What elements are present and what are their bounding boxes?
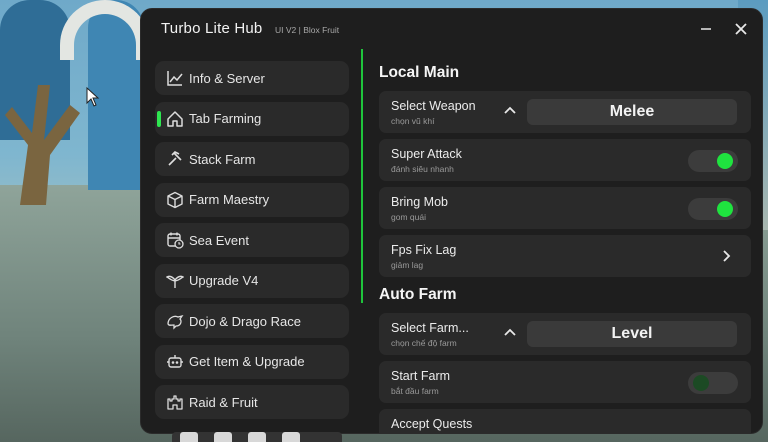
row-name: Fps Fix Lag bbox=[391, 243, 457, 257]
sidebar-item-stack-farm[interactable]: Stack Farm bbox=[155, 142, 349, 176]
row-name: Select Farm... bbox=[391, 321, 469, 335]
sidebar-item-label: Stack Farm bbox=[189, 151, 256, 167]
window-subtitle: UI V2 | Blox Fruit bbox=[275, 25, 340, 35]
row-desc: bắt đầu farm bbox=[391, 386, 439, 396]
dragon-icon bbox=[164, 310, 186, 332]
sidebar-item-sea-event[interactable]: Sea Event bbox=[155, 223, 349, 257]
sidebar-item-label: Sea Event bbox=[189, 232, 249, 248]
row-name: Super Attack bbox=[391, 147, 462, 161]
sidebar-divider bbox=[361, 49, 363, 303]
sidebar-item-farm-maestry[interactable]: Farm Maestry bbox=[155, 182, 349, 217]
active-indicator bbox=[157, 110, 161, 127]
section-title-auto-farm: Auto Farm bbox=[379, 286, 457, 303]
mouse-cursor-icon bbox=[86, 87, 100, 107]
hammer-icon bbox=[164, 148, 186, 170]
sidebar-item-dojo-drago-race[interactable]: Dojo & Drago Race bbox=[155, 304, 349, 338]
farm-mode-dropdown[interactable]: Level bbox=[527, 321, 737, 347]
section-title-local-main: Local Main bbox=[379, 64, 460, 81]
chevron-up-icon[interactable] bbox=[501, 324, 519, 342]
accept-quests-row: Accept Quests bbox=[379, 409, 751, 433]
bring-mob-toggle[interactable] bbox=[688, 198, 738, 220]
row-desc: chọn vũ khí bbox=[391, 116, 435, 126]
sidebar-item-label: Info & Server bbox=[189, 70, 265, 86]
minimize-icon bbox=[701, 28, 711, 30]
row-desc: gom quái bbox=[391, 212, 426, 222]
sidebar-item-label: Raid & Fruit bbox=[189, 394, 258, 410]
row-name: Bring Mob bbox=[391, 195, 448, 209]
row-name: Select Weapon bbox=[391, 99, 476, 113]
sidebar-item-label: Get Item & Upgrade bbox=[189, 354, 305, 369]
sidebar: Info & Server Tab Farming Stack Farm Far… bbox=[155, 61, 349, 426]
window-title: Turbo Lite Hub bbox=[161, 20, 263, 37]
sidebar-item-tab-farming[interactable]: Tab Farming bbox=[155, 101, 349, 136]
sidebar-item-upgrade-v4[interactable]: Upgrade V4 bbox=[155, 263, 349, 298]
toggle-knob bbox=[717, 201, 733, 217]
select-farm-row: Select Farm... chọn chế độ farm Level bbox=[379, 313, 751, 355]
chevron-up-icon[interactable] bbox=[501, 102, 519, 120]
robot-icon bbox=[164, 351, 186, 373]
sidebar-item-raid-fruit[interactable]: Raid & Fruit bbox=[155, 385, 349, 419]
start-farm-row: Start Farm bắt đầu farm bbox=[379, 361, 751, 403]
row-desc: chọn chế độ farm bbox=[391, 338, 457, 348]
game-hotbar bbox=[172, 432, 342, 442]
hotbar-slot[interactable] bbox=[282, 432, 300, 442]
chart-line-icon bbox=[164, 67, 186, 89]
select-weapon-row: Select Weapon chọn vũ khí Melee bbox=[379, 91, 751, 133]
super-attack-row: Super Attack đánh siêu nhanh bbox=[379, 139, 751, 181]
fps-fix-lag-row[interactable]: Fps Fix Lag giảm lag bbox=[379, 235, 751, 277]
hotbar-slot[interactable] bbox=[214, 432, 232, 442]
cube-icon bbox=[164, 189, 186, 211]
row-name: Accept Quests bbox=[391, 417, 473, 431]
chevron-right-icon[interactable] bbox=[717, 247, 735, 265]
row-desc: giảm lag bbox=[391, 260, 424, 270]
close-icon bbox=[735, 23, 747, 35]
super-attack-toggle[interactable] bbox=[688, 150, 738, 172]
row-name: Start Farm bbox=[391, 369, 451, 383]
hotbar-slot[interactable] bbox=[248, 432, 266, 442]
weapon-dropdown[interactable]: Melee bbox=[527, 99, 737, 125]
sidebar-item-info-server[interactable]: Info & Server bbox=[155, 61, 349, 95]
row-desc: đánh siêu nhanh bbox=[391, 164, 454, 174]
toggle-knob bbox=[693, 375, 709, 391]
minimize-button[interactable] bbox=[694, 17, 718, 41]
hotbar-slot[interactable] bbox=[180, 432, 198, 442]
hub-window: Turbo Lite Hub UI V2 | Blox Fruit Info &… bbox=[140, 8, 763, 434]
calendar-clock-icon bbox=[164, 229, 186, 251]
close-button[interactable] bbox=[729, 17, 753, 41]
castle-icon bbox=[164, 391, 186, 413]
coral-tree bbox=[5, 85, 80, 205]
sidebar-item-label: Upgrade V4 bbox=[189, 273, 259, 288]
sidebar-item-label: Dojo & Drago Race bbox=[189, 313, 301, 329]
wings-icon bbox=[164, 270, 186, 292]
sidebar-item-label: Tab Farming bbox=[189, 111, 262, 126]
main-panel: Local Main Select Weapon chọn vũ khí Mel… bbox=[379, 61, 751, 433]
bring-mob-row: Bring Mob gom quái bbox=[379, 187, 751, 229]
titlebar: Turbo Lite Hub UI V2 | Blox Fruit bbox=[141, 9, 762, 49]
start-farm-toggle[interactable] bbox=[688, 372, 738, 394]
home-icon bbox=[164, 108, 186, 130]
sidebar-item-get-item-upgrade[interactable]: Get Item & Upgrade bbox=[155, 344, 349, 379]
sidebar-item-label: Farm Maestry bbox=[189, 192, 270, 207]
toggle-knob bbox=[717, 153, 733, 169]
